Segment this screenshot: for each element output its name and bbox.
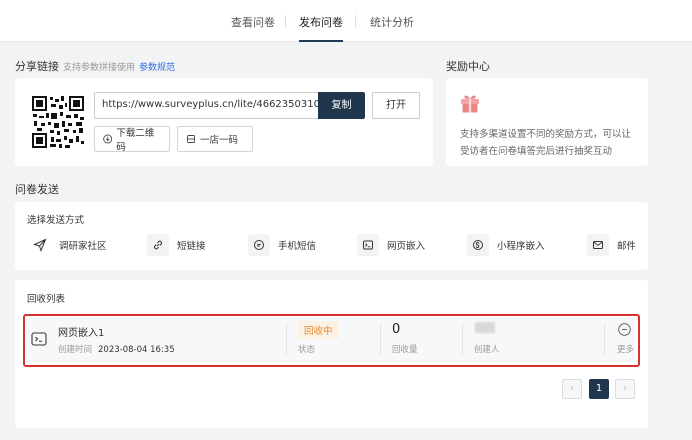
- prev-page-button[interactable]: ‹: [562, 379, 582, 399]
- link-icon: [147, 234, 169, 256]
- created-time-value: 2023-08-04 16:35: [98, 345, 175, 355]
- copy-button[interactable]: 复制: [318, 92, 365, 119]
- created-time-label: 创建时间: [58, 345, 93, 355]
- more-icon[interactable]: [618, 323, 631, 336]
- share-section-title: 分享链接 支持参数拼接使用 参数规范: [15, 58, 175, 74]
- store-icon: [187, 135, 195, 143]
- send-method-mini-program[interactable]: 小程序嵌入: [467, 234, 545, 256]
- reward-title: 奖励中心: [446, 60, 490, 73]
- tab-view-survey[interactable]: 查看问卷: [231, 14, 275, 42]
- send-method-email[interactable]: 邮件: [587, 234, 636, 256]
- share-subtitle: 支持参数拼接使用: [63, 63, 136, 73]
- send-card: [15, 202, 648, 270]
- download-qr-label: 下载二维码: [116, 128, 155, 153]
- download-icon: [103, 134, 113, 144]
- creator-avatar-redacted: [475, 322, 495, 333]
- terminal-icon: [357, 234, 379, 256]
- send-method-label-text: 网页嵌入: [387, 241, 426, 252]
- web-embed-icon: [31, 332, 47, 346]
- creator-label: 创建人: [474, 345, 500, 355]
- response-count-label: 回收量: [392, 345, 418, 355]
- share-title: 分享链接: [15, 60, 59, 73]
- paper-plane-icon: [29, 234, 51, 256]
- one-code-label: 一店一码: [200, 135, 239, 146]
- chat-bubble-icon: [248, 234, 270, 256]
- send-method-label: 选择发送方式: [27, 215, 85, 226]
- page-1-button[interactable]: 1: [589, 379, 609, 399]
- mini-program-icon: [467, 234, 489, 256]
- top-tab-bar: 查看问卷 发布问卷 统计分析: [0, 0, 692, 42]
- one-code-button[interactable]: 一店一码: [177, 126, 253, 152]
- tab-publish-survey[interactable]: 发布问卷: [299, 14, 343, 42]
- send-method-community[interactable]: 调研家社区: [29, 234, 107, 256]
- send-method-label-text: 短链接: [177, 241, 206, 252]
- send-method-label-text: 小程序嵌入: [497, 241, 545, 252]
- send-method-web-embed[interactable]: 网页嵌入: [357, 234, 425, 256]
- created-time: 创建时间 2023-08-04 16:35: [58, 343, 175, 355]
- send-method-sms[interactable]: 手机短信: [248, 234, 316, 256]
- status-label: 状态: [298, 345, 316, 355]
- download-qr-button[interactable]: 下载二维码: [94, 126, 170, 153]
- send-section-title: 问卷发送: [15, 183, 59, 196]
- status-badge: 回收中: [298, 321, 339, 339]
- param-spec-link[interactable]: 参数规范: [139, 63, 175, 73]
- tab-divider: [285, 15, 286, 28]
- share-url-field[interactable]: https://www.surveyplus.cn/lite/466235031…: [94, 92, 318, 119]
- gift-icon: [461, 95, 479, 113]
- more-label[interactable]: 更多: [617, 343, 634, 355]
- column-divider: [604, 323, 605, 355]
- send-method-label-text: 调研家社区: [59, 241, 107, 252]
- column-divider: [462, 323, 463, 355]
- send-method-label-text: 手机短信: [278, 241, 317, 252]
- column-divider: [380, 323, 381, 355]
- qr-code: [31, 95, 85, 149]
- mail-icon: [587, 234, 609, 256]
- tab-statistics[interactable]: 统计分析: [370, 14, 414, 42]
- reward-description: 支持多渠道设置不同的奖励方式，可以让受访者在问卷填答完后进行抽奖互动: [460, 129, 632, 157]
- column-divider: [286, 323, 287, 355]
- open-button[interactable]: 打开: [372, 92, 420, 119]
- send-method-label-text: 邮件: [617, 241, 637, 252]
- channel-name[interactable]: 网页嵌入1: [58, 324, 104, 339]
- next-page-button[interactable]: ›: [615, 379, 635, 399]
- recycle-section-title: 回收列表: [27, 294, 66, 305]
- response-count: 0: [392, 322, 401, 337]
- tab-divider: [355, 15, 356, 28]
- send-method-short-link[interactable]: 短链接: [147, 234, 206, 256]
